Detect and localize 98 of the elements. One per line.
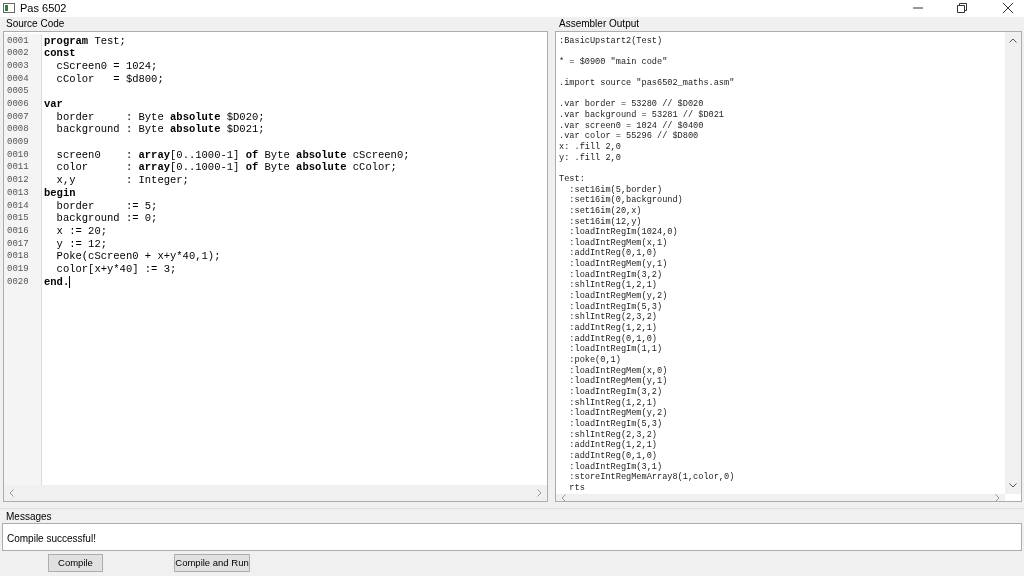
code-line: :loadIntRegIm(5,3) [568,419,664,430]
code-line: :set16im(20,x) [568,205,643,217]
code-line: x,y : Integer; [55,174,189,187]
code-line: y := 12; [55,237,107,251]
vertical-scrollbar[interactable] [1005,31,1021,494]
line-number: 0001 [6,34,30,48]
code-line: color : array[0..1000-1] of Byte absolute cColor; [55,161,397,175]
code-line: :addIntReg(0,1,0) [568,333,658,344]
panel-title: Assembler Output [559,17,641,30]
scroll-up-icon[interactable] [1009,37,1017,43]
code-line: :set16im(12,y) [568,216,643,227]
code-editor[interactable] [3,30,548,502]
code-line: :loadIntRegMem(y,2) [568,291,669,302]
code-line: const [44,47,76,60]
code-line: y: .fill 2,0 [559,152,622,164]
line-number: 0016 [6,224,30,238]
scroll-left-icon[interactable] [9,488,14,497]
code-line: border := 5; [55,199,158,213]
code-line: :loadIntRegIm(1,1) [568,344,664,355]
window-title: Pas 6502 [20,1,67,17]
code-line: :addIntReg(1,2,1) [568,440,658,451]
line-number: 0018 [6,250,30,263]
code-line: .var background = 53281 // $D021 [559,110,726,121]
line-number: 0006 [6,98,30,111]
code-line: program Test; [44,34,126,48]
line-number: 0017 [6,237,30,251]
line-number: 0013 [6,186,30,200]
code-line: Poke(cScreen0 + x+y*40,1); [55,250,221,263]
line-number: 0009 [6,136,30,149]
code-line: :shlIntReg(2,3,2) [568,312,658,323]
line-number: 0015 [6,212,30,225]
line-number: 0019 [6,263,30,276]
code-line: :loadIntRegIm(1024,0) [568,227,679,238]
code-line: :addIntReg(0,1,0) [568,248,658,259]
code-line: :loadIntRegIm(5,3) [568,301,664,312]
code-line: background := 0; [55,212,158,225]
code-line: var [44,98,63,111]
line-number: 0012 [6,174,30,187]
code-line: :shlIntReg(2,3,2) [568,429,658,440]
code-line: rts [568,482,586,494]
line-number: 0003 [6,60,30,73]
code-line: :loadIntRegMem(y,2) [568,408,669,419]
close-icon[interactable] [1003,3,1013,14]
code-line: :loadIntRegMem(y,1) [568,376,669,387]
code-line: * = $0900 "main code" [559,56,669,68]
code-line: :storeIntRegMemArray8(1,color,0) [568,472,736,483]
line-number: 0010 [6,148,30,162]
code-line: begin [44,186,76,200]
horizontal-scrollbar[interactable] [556,493,1005,501]
code-line: cColor = $d800; [55,72,164,86]
compile-button[interactable]: Compile [48,554,103,573]
code-line: :shlIntReg(1,2,1) [568,280,658,291]
scroll-right-icon[interactable] [537,488,542,497]
code-line: :addIntReg(0,1,0) [568,450,658,462]
line-number: 0005 [6,85,30,99]
code-line: .import source "pas6502_maths.asm" [559,78,736,89]
code-line: :loadIntRegIm(3,2) [568,387,664,398]
panel-title: Messages [6,510,53,523]
code-line: screen0 : array[0..1000-1] of Byte absolute cScreen0; [55,148,410,162]
output-view[interactable] [555,30,1022,502]
code-line: :addIntReg(1,2,1) [568,323,658,334]
line-number: 0011 [6,161,30,175]
code-line: :loadIntRegIm(3,1) [568,461,664,472]
scroll-down-icon[interactable] [1009,482,1017,488]
panel-title: Source Code [6,17,66,30]
horizontal-scrollbar[interactable] [4,484,547,501]
scroll-left-icon[interactable] [561,493,566,501]
line-number: 0020 [6,275,30,289]
code-line: x: .fill 2,0 [559,142,622,153]
scroll-right-icon[interactable] [995,493,1000,501]
restore-icon[interactable] [957,3,967,14]
code-line: end. [44,275,70,289]
code-line: .var screen0 = 1024 // $0400 [559,120,705,131]
code-line: x := 20; [55,224,107,238]
code-line: :BasicUpstart2(Test) [559,35,664,47]
code-line: color[x+y*40] := 3; [55,263,177,276]
compile-run-button[interactable]: Compile and Run [174,554,250,573]
app-icon [3,3,15,14]
line-number: 0014 [6,199,30,213]
line-number: 0004 [6,72,30,86]
code-line: cScreen0 = 1024; [55,60,158,73]
code-line: .var border = 53280 // $D020 [559,99,705,110]
code-line: Test: [559,173,586,185]
line-number: 0002 [6,47,30,60]
code-line: :set16im(0,background) [568,195,684,206]
code-line: :poke(0,1) [568,355,622,366]
message-text: Compile successful! [7,532,96,544]
line-number: 0008 [6,123,30,137]
line-number: 0007 [6,110,30,124]
code-line: :shlIntReg(1,2,1) [568,397,658,408]
code-line: background : Byte absolute $D021; [55,123,265,137]
code-line: :loadIntRegMem(x,0) [568,365,669,376]
code-line: .var color = 55296 // $D800 [559,131,700,142]
code-line: :loadIntRegMem(x,1) [568,237,669,248]
code-line: border : Byte absolute $D020; [55,110,265,124]
code-line: :loadIntRegMem(y,1) [568,259,669,270]
code-line: :set16im(5,border) [568,184,664,195]
code-line: :loadIntRegIm(3,2) [568,269,664,280]
